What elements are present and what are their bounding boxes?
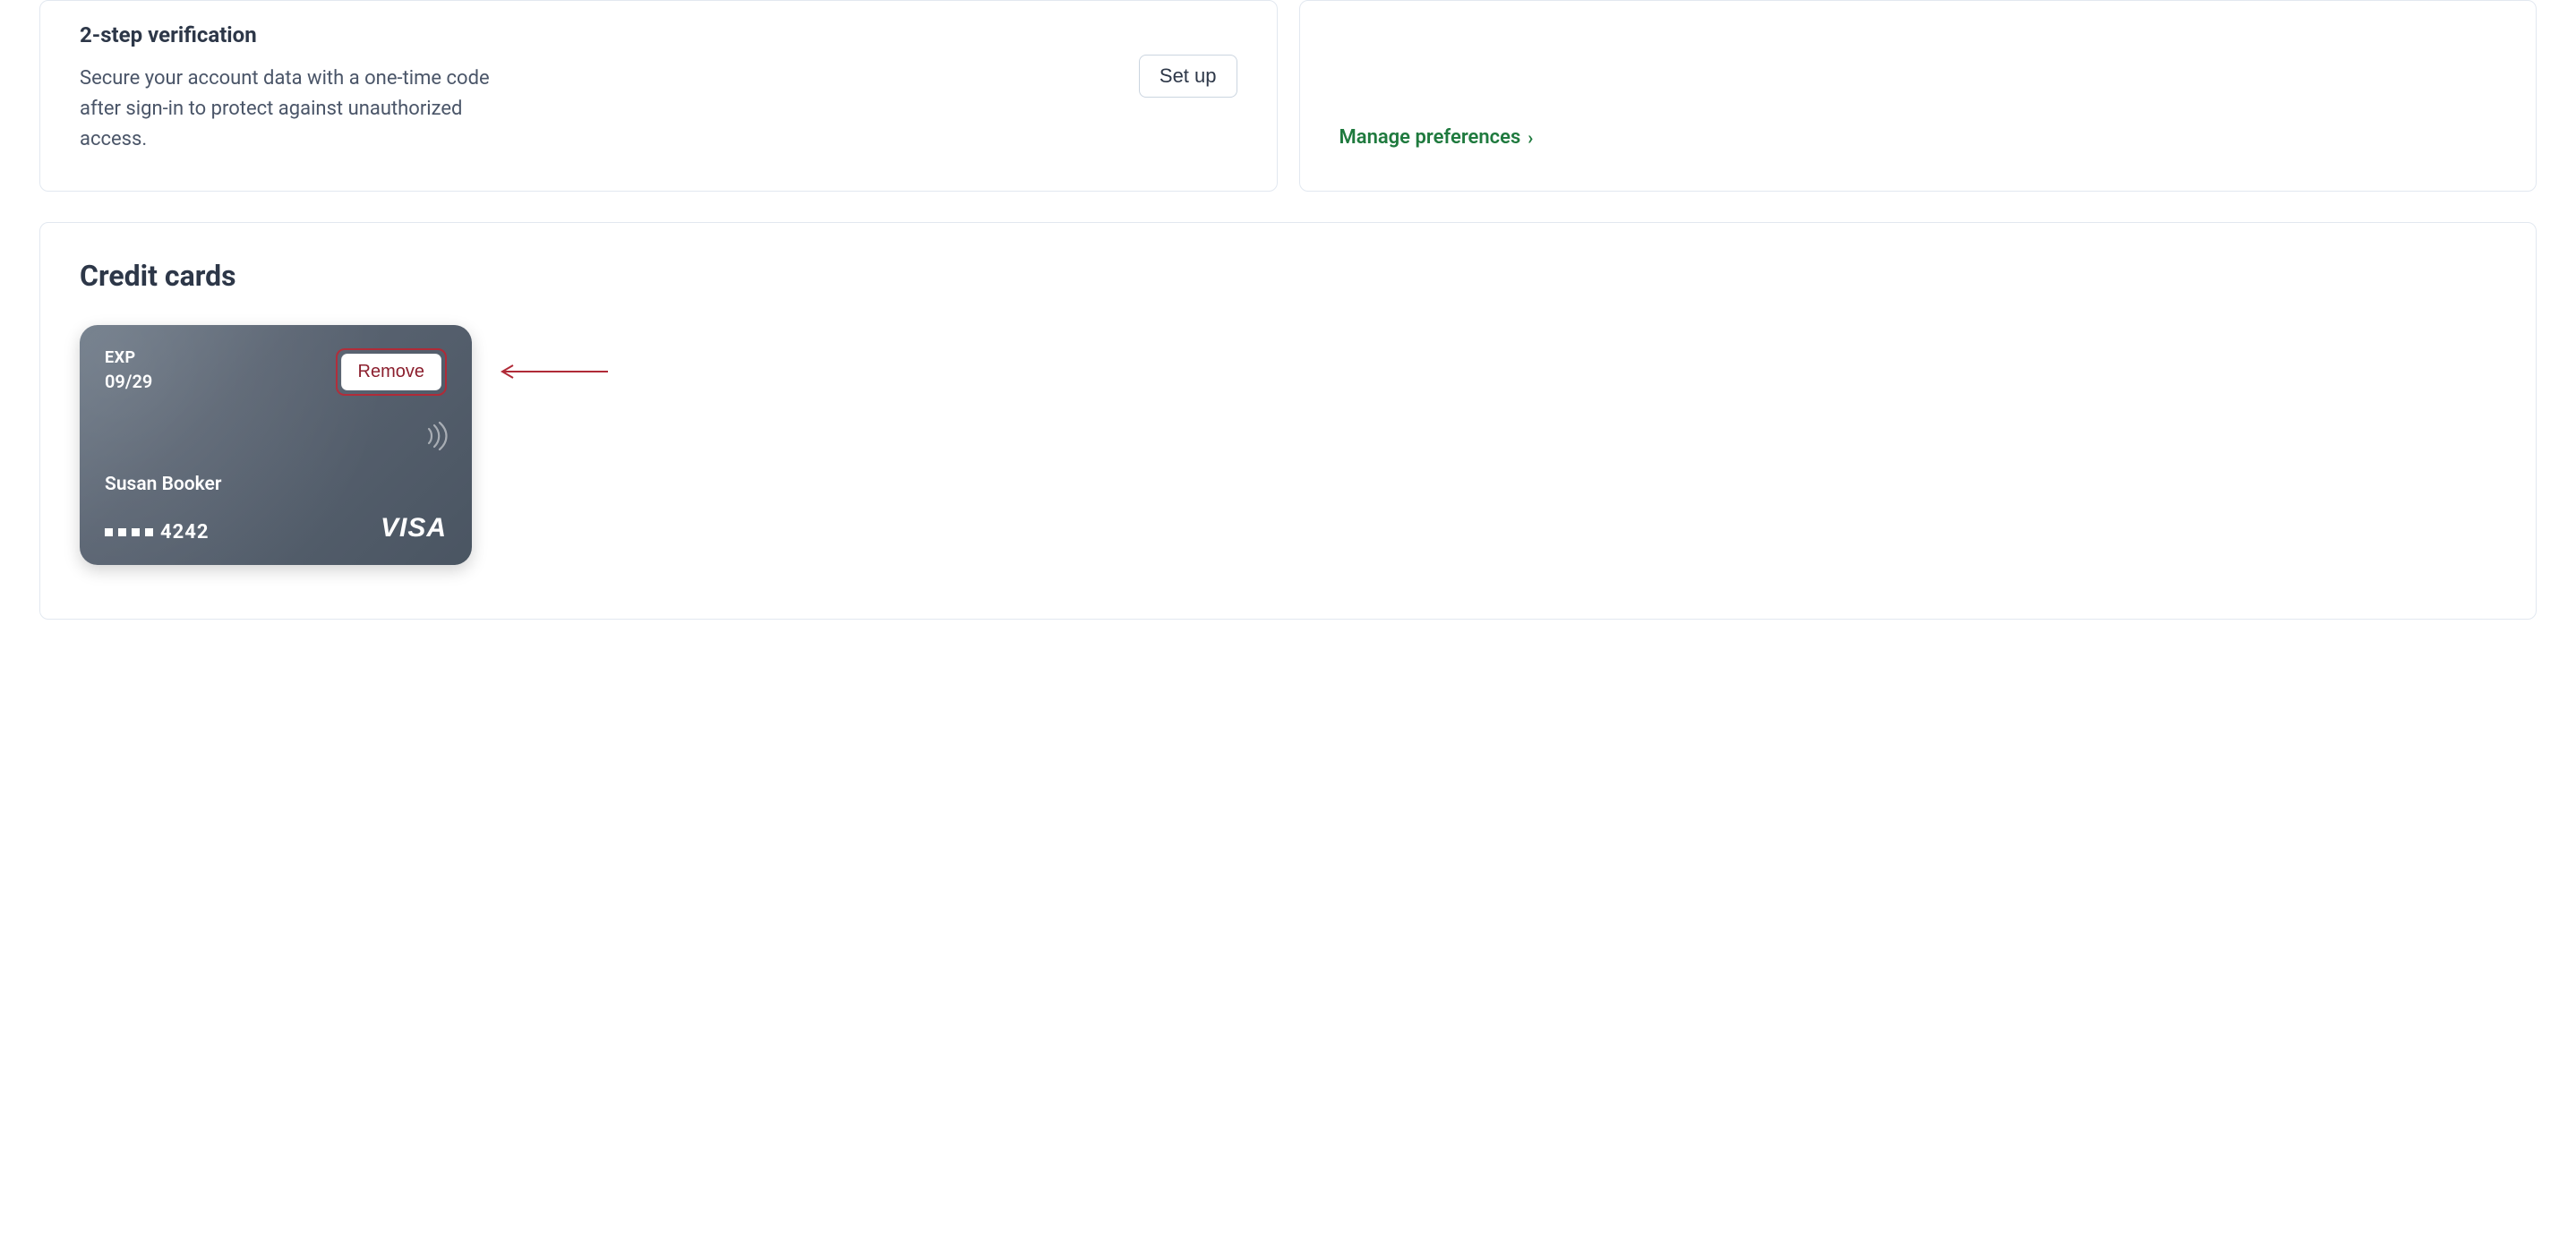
credit-cards-title: Credit cards <box>80 259 2496 293</box>
credit-card: EXP 09/29 Remove Susan Booker 4242 <box>80 325 472 565</box>
remove-card-button[interactable]: Remove <box>341 354 441 390</box>
preferences-panel: Manage preferences › <box>1299 0 2537 192</box>
two-step-description: Secure your account data with a one-time… <box>80 64 509 155</box>
card-expiry-value: 09/29 <box>105 371 152 392</box>
card-last4: 4242 <box>160 521 210 543</box>
card-number-masked: 4242 <box>105 521 210 543</box>
two-step-title: 2-step verification <box>80 22 1103 47</box>
card-expiry: EXP 09/29 <box>105 348 152 392</box>
two-step-verification-panel: 2-step verification Secure your account … <box>39 0 1278 192</box>
chevron-right-icon: › <box>1528 127 1533 149</box>
setup-two-step-button[interactable]: Set up <box>1139 55 1237 98</box>
visa-logo-icon: VISA <box>381 513 447 543</box>
contactless-icon <box>427 422 452 454</box>
mask-dots-icon <box>105 528 153 536</box>
annotation-arrow-icon <box>493 363 610 381</box>
card-expiry-label: EXP <box>105 348 152 367</box>
remove-button-highlight: Remove <box>336 348 447 396</box>
cardholder-name: Susan Booker <box>105 474 221 495</box>
manage-preferences-label: Manage preferences <box>1339 126 1521 149</box>
credit-cards-panel: Credit cards EXP 09/29 Remove Susan Bo <box>39 222 2537 620</box>
manage-preferences-link[interactable]: Manage preferences › <box>1339 126 1534 149</box>
